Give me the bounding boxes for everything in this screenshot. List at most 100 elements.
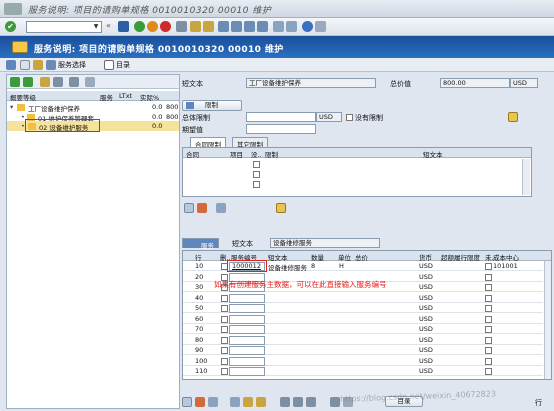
- shortcut-icon[interactable]: [286, 21, 297, 32]
- tree-icon[interactable]: [6, 60, 16, 70]
- service-number-input[interactable]: [229, 314, 265, 324]
- outline-row[interactable]: ▾ 工厂设备维护保养 0.0 800: [7, 102, 179, 113]
- service-short-text[interactable]: 设备维修服务: [268, 262, 307, 272]
- overall-limit-input[interactable]: [246, 112, 316, 122]
- expand-icon[interactable]: [10, 77, 20, 87]
- delete-checkbox[interactable]: [221, 294, 228, 302]
- unplanned-checkbox[interactable]: [485, 263, 492, 270]
- filter-icon[interactable]: [53, 77, 63, 87]
- help-icon[interactable]: [302, 21, 313, 32]
- unplanned-checkbox[interactable]: [485, 273, 492, 281]
- details-icon[interactable]: [280, 397, 290, 407]
- find-icon[interactable]: [190, 21, 201, 32]
- delete-checkbox[interactable]: [221, 315, 228, 323]
- service-row[interactable]: 100 USD: [183, 356, 543, 366]
- back-icon[interactable]: [134, 21, 145, 32]
- prev-page-icon[interactable]: [231, 21, 242, 32]
- delete-checkbox[interactable]: [221, 305, 228, 312]
- delete-checkbox[interactable]: [221, 357, 228, 365]
- select-all-icon[interactable]: [230, 397, 240, 407]
- service-number-input[interactable]: [229, 346, 265, 355]
- delete-checkbox[interactable]: [221, 326, 228, 333]
- unplanned-checkbox[interactable]: [485, 326, 492, 333]
- unplanned-checkbox[interactable]: [485, 284, 492, 291]
- service-quantity[interactable]: 8: [311, 262, 315, 270]
- service-number-input[interactable]: [229, 335, 265, 345]
- unplanned-checkbox[interactable]: [485, 305, 492, 312]
- catalog-icon[interactable]: [104, 60, 114, 70]
- tab-contract-limit[interactable]: 合同限制: [190, 137, 226, 149]
- enter-icon[interactable]: ✔: [5, 21, 16, 32]
- copy-row-icon[interactable]: [208, 397, 218, 407]
- delete-row-icon[interactable]: [195, 397, 205, 407]
- service-row[interactable]: 40 USD: [183, 293, 543, 303]
- sort-asc-icon[interactable]: [243, 397, 253, 407]
- find-next-icon[interactable]: [203, 21, 214, 32]
- delete-checkbox[interactable]: [221, 368, 228, 375]
- vertical-scrollbar[interactable]: [522, 159, 530, 195]
- unplanned-checkbox[interactable]: [485, 347, 492, 354]
- edit-icon[interactable]: [276, 203, 286, 213]
- edit-pencil-icon[interactable]: [508, 112, 518, 122]
- service-number-input[interactable]: [229, 367, 265, 376]
- service-number-input[interactable]: [229, 325, 265, 334]
- chevron-down-icon[interactable]: ▼: [91, 22, 101, 32]
- no-limit-row-checkbox[interactable]: [253, 171, 260, 178]
- first-page-icon[interactable]: [218, 21, 229, 32]
- service-select-button[interactable]: 服务选择: [58, 60, 86, 70]
- service-row[interactable]: 110 USD: [183, 367, 543, 376]
- service-row[interactable]: 50 USD: [183, 304, 543, 313]
- menu-folder-icon[interactable]: [12, 41, 28, 53]
- delete-checkbox[interactable]: [221, 347, 228, 354]
- cancel-icon[interactable]: [160, 21, 171, 32]
- columns-icon[interactable]: [85, 77, 95, 87]
- vertical-scrollbar[interactable]: [544, 261, 551, 379]
- save-icon[interactable]: [118, 21, 129, 32]
- delete-checkbox[interactable]: [221, 336, 228, 344]
- service-row[interactable]: 80 USD: [183, 335, 543, 345]
- no-limit-row-checkbox[interactable]: [253, 181, 260, 188]
- row-delete-icon[interactable]: [197, 203, 207, 213]
- service-row[interactable]: 70 USD: [183, 325, 543, 334]
- print-list-icon[interactable]: [69, 77, 79, 87]
- back-arrows-icon[interactable]: «: [106, 21, 117, 32]
- layout-row-icon[interactable]: [306, 397, 316, 407]
- tab-other-limit[interactable]: 其它限制: [232, 137, 268, 149]
- catalog-button[interactable]: 目录: [116, 60, 130, 70]
- unplanned-checkbox[interactable]: [485, 336, 492, 344]
- sort-icon[interactable]: [40, 77, 50, 87]
- service-row[interactable]: 90 USD: [183, 346, 543, 355]
- limit-button[interactable]: 限制: [182, 100, 242, 111]
- service-row[interactable]: 60 USD: [183, 314, 543, 324]
- collapse-icon[interactable]: [23, 77, 33, 87]
- row-copy-icon[interactable]: [216, 203, 226, 213]
- new-session-icon[interactable]: [273, 21, 284, 32]
- next-page-icon[interactable]: [244, 21, 255, 32]
- copy-icon[interactable]: [33, 60, 43, 70]
- print-icon[interactable]: [176, 21, 187, 32]
- print-table-icon[interactable]: [330, 397, 340, 407]
- outline-row-selected[interactable]: • 02 设备维护服务 0.0: [7, 119, 179, 132]
- layout-icon[interactable]: [315, 21, 326, 32]
- no-limit-row-checkbox[interactable]: [253, 161, 260, 168]
- service-number-input[interactable]: [229, 356, 265, 366]
- last-page-icon[interactable]: [257, 21, 268, 32]
- service-number-input[interactable]: [229, 293, 265, 303]
- unplanned-checkbox[interactable]: [485, 357, 492, 365]
- service-number-input[interactable]: [229, 304, 265, 313]
- service-select-icon[interactable]: [46, 60, 56, 70]
- unplanned-checkbox[interactable]: [485, 315, 492, 323]
- row-add-icon[interactable]: [184, 203, 194, 213]
- service-cost-center[interactable]: 101001: [493, 262, 518, 270]
- unplanned-checkbox[interactable]: [485, 368, 492, 375]
- new-icon[interactable]: [20, 60, 30, 70]
- find-row-icon[interactable]: [293, 397, 303, 407]
- tab-services[interactable]: 服务: [182, 238, 219, 250]
- service-unit[interactable]: H: [339, 262, 344, 270]
- expected-value-input[interactable]: [246, 124, 316, 134]
- expanded-arrow-icon[interactable]: ▾: [10, 103, 13, 111]
- add-row-icon[interactable]: [182, 397, 192, 407]
- unplanned-checkbox[interactable]: [485, 294, 492, 302]
- no-limit-checkbox[interactable]: [346, 114, 353, 121]
- command-field[interactable]: ▼: [26, 21, 102, 33]
